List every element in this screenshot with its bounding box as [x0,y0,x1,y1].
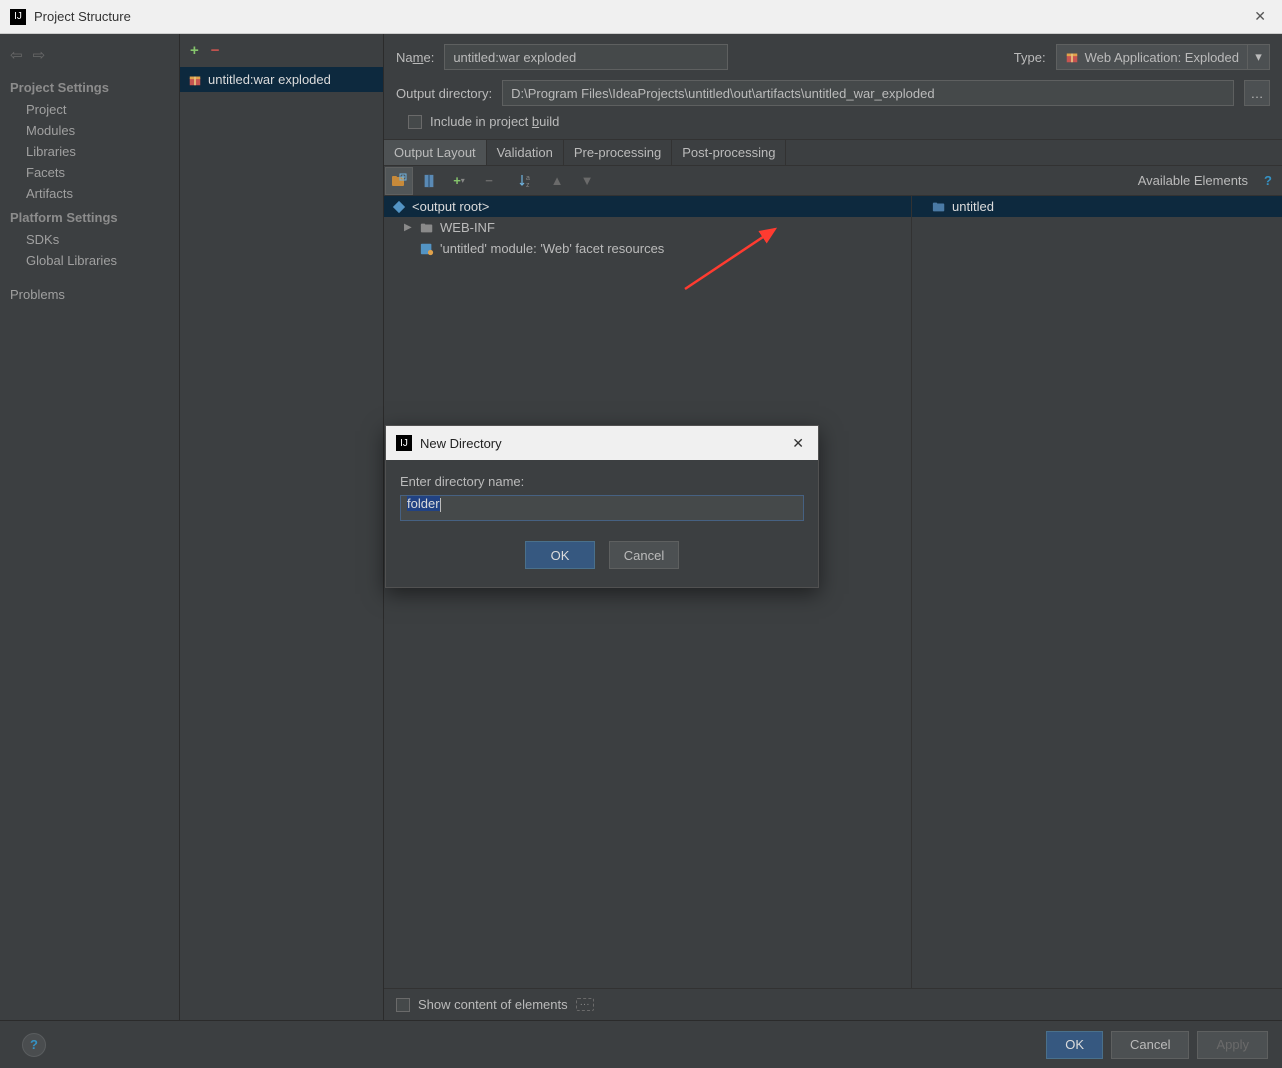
tab-validation[interactable]: Validation [487,140,564,165]
web-facet-icon [420,242,434,256]
include-in-build-checkbox[interactable] [408,115,422,129]
sidebar-header-platform-settings: Platform Settings [0,204,179,229]
output-root-icon [392,200,406,214]
type-combo[interactable]: Web Application: Exploded ▾ [1056,44,1270,70]
tree-node-output-root[interactable]: <output root> [384,196,911,217]
sidebar-item-sdks[interactable]: SDKs [0,229,179,250]
move-up-button[interactable]: ▲ [543,167,571,195]
svg-text:a: a [526,175,530,182]
sidebar-header-project-settings: Project Settings [0,74,179,99]
tab-preprocessing[interactable]: Pre-processing [564,140,672,165]
expand-icon[interactable]: ▶ [404,222,414,233]
untitled-label: untitled [952,199,994,214]
output-root-label: <output root> [412,199,489,214]
settings-sidebar: ⇦ ⇨ Project Settings Project Modules Lib… [0,34,180,1020]
add-copy-button[interactable]: +▾ [445,167,473,195]
artifact-list-panel: + − untitled:war exploded [180,34,384,1020]
app-icon: IJ [10,9,26,25]
show-content-ellipsis[interactable]: ··· [576,998,594,1011]
footer-cancel-button[interactable]: Cancel [1111,1031,1189,1059]
sidebar-item-problems[interactable]: Problems [0,281,179,306]
name-label: Name: [396,50,434,65]
artifact-tabs: Output Layout Validation Pre-processing … [384,139,1282,166]
modal-cancel-button[interactable]: Cancel [609,541,679,569]
sort-button[interactable]: az [513,167,541,195]
artifact-icon [188,73,202,87]
sidebar-item-facets[interactable]: Facets [0,162,179,183]
show-content-checkbox[interactable] [396,998,410,1012]
move-down-button[interactable]: ▼ [573,167,601,195]
dialog-footer: ? OK Cancel Apply [0,1020,1282,1068]
sidebar-item-project[interactable]: Project [0,99,179,120]
show-content-label: Show content of elements [418,997,568,1012]
available-elements-tree: untitled [912,196,1282,988]
tab-postprocessing[interactable]: Post-processing [672,140,786,165]
modal-close-button[interactable]: ✕ [788,435,808,452]
window-close-button[interactable]: ✕ [1248,8,1272,25]
facet-label: 'untitled' module: 'Web' facet resources [440,241,664,256]
artifact-type-icon [1065,50,1079,64]
name-input[interactable] [444,44,728,70]
tab-output-layout[interactable]: Output Layout [384,140,487,165]
artifact-name: untitled:war exploded [208,72,331,87]
svg-text:z: z [526,182,530,189]
available-elements-label: Available Elements [602,173,1254,188]
sidebar-item-libraries[interactable]: Libraries [0,141,179,162]
output-layout-toolbar: +▾ − az ▲ ▼ Available Elements ? [384,166,1282,196]
output-dir-input[interactable] [502,80,1234,106]
type-dropdown-arrow-icon[interactable]: ▾ [1248,44,1270,70]
footer-apply-button[interactable]: Apply [1197,1031,1268,1059]
help-icon[interactable]: ? [1254,173,1282,188]
window-title: Project Structure [34,9,1248,24]
modal-label: Enter directory name: [400,474,804,489]
new-directory-dialog: IJ New Directory ✕ Enter directory name:… [385,425,819,588]
modal-title: New Directory [420,436,788,451]
directory-name-input[interactable]: folder [400,495,804,521]
add-artifact-button[interactable]: + [190,42,199,59]
type-value: Web Application: Exploded [1085,50,1239,65]
footer-ok-button[interactable]: OK [1046,1031,1103,1059]
tree-node-webinf[interactable]: ▶ WEB-INF [384,217,911,238]
sidebar-item-modules[interactable]: Modules [0,120,179,141]
nav-back-icon[interactable]: ⇦ [10,46,23,64]
output-tree: <output root> ▶ WEB-INF 'untitled' modul… [384,196,912,988]
window-titlebar: IJ Project Structure ✕ [0,0,1282,34]
include-in-build-label: Include in project build [430,114,559,129]
module-icon [932,200,946,214]
create-directory-button[interactable] [385,167,413,195]
create-archive-button[interactable] [415,167,443,195]
remove-button[interactable]: − [475,167,503,195]
webinf-label: WEB-INF [440,220,495,235]
output-dir-label: Output directory: [396,86,492,101]
folder-icon [420,221,434,235]
available-item-untitled[interactable]: untitled [912,196,1282,217]
sidebar-item-artifacts[interactable]: Artifacts [0,183,179,204]
nav-forward-icon[interactable]: ⇨ [33,46,46,64]
artifact-list-item[interactable]: untitled:war exploded [180,67,383,92]
show-content-row: Show content of elements ··· [384,988,1282,1020]
browse-output-dir-button[interactable]: … [1244,80,1270,106]
type-label: Type: [1014,50,1046,65]
tree-node-facet[interactable]: 'untitled' module: 'Web' facet resources [384,238,911,259]
remove-artifact-button[interactable]: − [211,42,220,59]
modal-ok-button[interactable]: OK [525,541,595,569]
modal-titlebar: IJ New Directory ✕ [386,426,818,460]
modal-app-icon: IJ [396,435,412,451]
footer-help-button[interactable]: ? [22,1033,46,1057]
sidebar-item-global-libraries[interactable]: Global Libraries [0,250,179,271]
